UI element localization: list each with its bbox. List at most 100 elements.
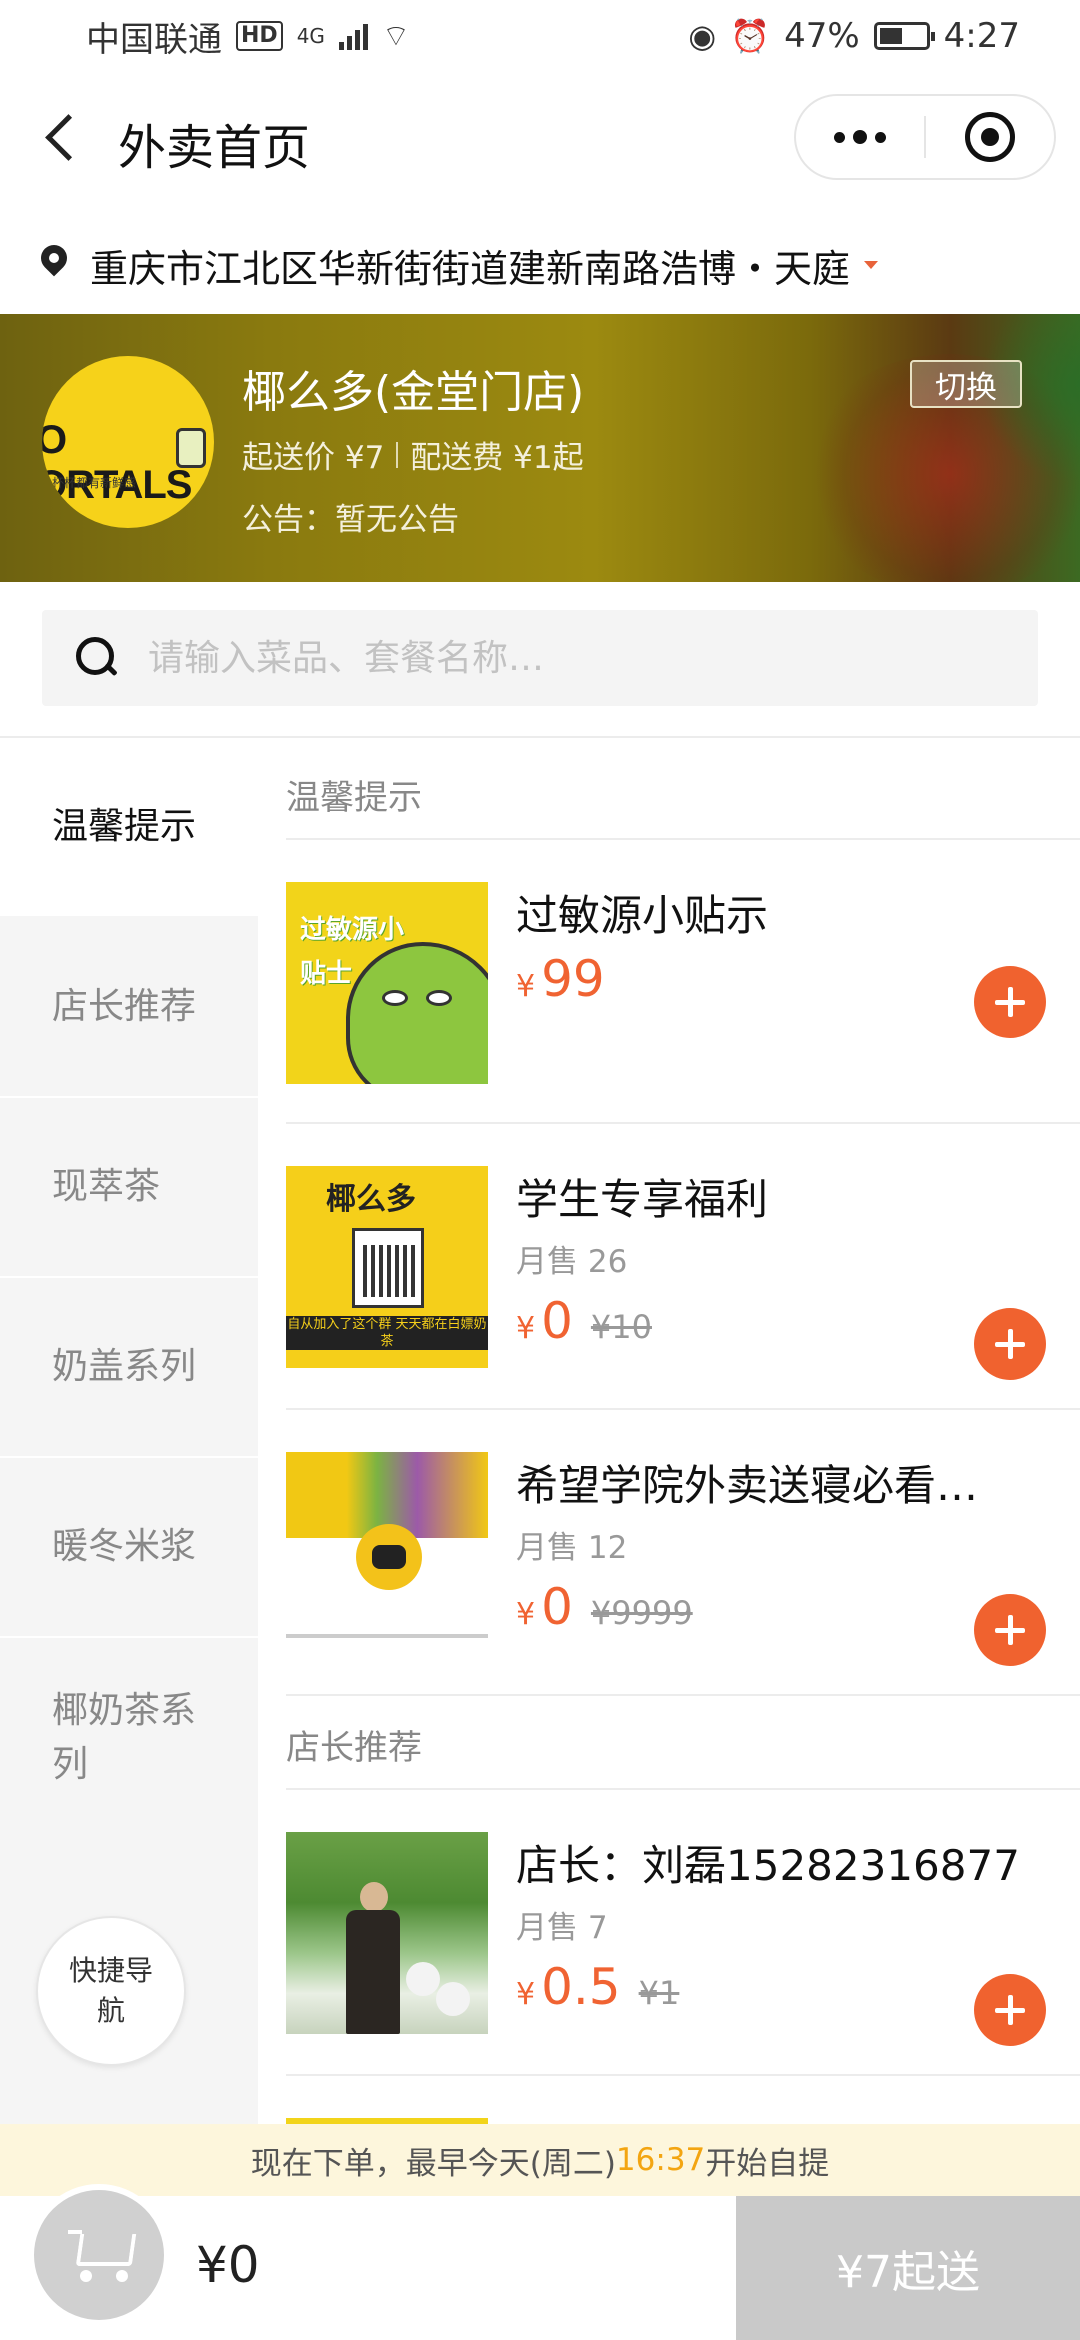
add-to-cart-button[interactable] (974, 966, 1046, 1038)
clock-time: 4:27 (943, 16, 1020, 56)
price-value: 0 (541, 1578, 573, 1636)
page: 中国联通 HD 4G ⌔ ◉ ⏰ 47% 4:27 外卖首页 重庆市江北区华新街… (0, 0, 1080, 2340)
wifi-icon: ⌔ (381, 19, 411, 54)
category-sidebar: 温馨提示 店长推荐 现萃茶 奶盖系列 暖冬米浆 椰奶茶系列 (0, 738, 258, 2124)
menu-content: 温馨提示 过敏源小贴士 过敏源小贴示 ¥ 99 椰么多 自从加入了这个群 天天都… (258, 738, 1080, 2124)
checkout-button[interactable]: ¥7起送 (736, 2196, 1080, 2340)
original-price: ¥1 (638, 1974, 680, 2012)
thumbnail-underline (286, 1634, 488, 1638)
monthly-sales: 月售 7 (516, 1910, 608, 1946)
status-left: 中国联通 HD 4G ⌔ (86, 12, 410, 61)
item-name: 学生专享福利 (516, 1175, 769, 1224)
quick-nav-label: 快捷导航 (68, 1954, 153, 2027)
store-logo: O ORTALS 杯杯都有新鲜感 (42, 356, 214, 528)
flower-decoration (436, 1982, 470, 2016)
notice-prefix: 现在下单，最早今天(周二) (250, 2145, 616, 2182)
quick-nav-button[interactable]: 快捷导航 (36, 1916, 186, 2066)
menu-item[interactable]: 店长：刘磊15282316877 月售 7 ¥ 0.5 ¥1 (286, 1832, 1080, 2062)
search-bar[interactable] (42, 610, 1038, 706)
pickup-time: 16:37 (615, 2142, 706, 2178)
section-title: 温馨提示 (286, 778, 422, 818)
notice-suffix: 开始自提 (705, 2145, 830, 2182)
item-thumbnail: 椰么多 自从加入了这个群 天天都在白嫖奶茶 (286, 1166, 488, 1368)
item-divider (286, 1122, 1080, 1124)
item-price: ¥ 99 (516, 950, 605, 1008)
currency-symbol: ¥ (516, 969, 536, 1004)
network-type: 4G (296, 24, 325, 48)
sidebar-item-cheese-foam[interactable]: 奶盖系列 (0, 1278, 258, 1456)
item-divider (286, 1694, 1080, 1696)
min-order-price: 起送价 ¥7 (242, 440, 385, 476)
item-name: 店长：刘磊15282316877 (516, 1841, 1020, 1890)
delivery-fee: 配送费 ¥1起 (410, 440, 584, 476)
monthly-sales: 月售 12 (516, 1530, 628, 1566)
add-to-cart-button[interactable] (974, 1594, 1046, 1666)
monthly-sales: 月售 26 (516, 1244, 628, 1280)
eye-icon: ◉ (688, 17, 717, 55)
store-name: 椰么多(金堂门店) (242, 367, 585, 418)
item-name: 过敏源小贴示 (516, 891, 769, 940)
store-notice: 公告：暂无公告 (242, 502, 459, 538)
store-delivery-info: 起送价 ¥7 配送费 ¥1起 (242, 432, 584, 477)
sidebar-item-manager-picks[interactable]: 店长推荐 (0, 918, 258, 1096)
item-divider (286, 2074, 1080, 2076)
item-name: 希望学院外卖送寝必看… (516, 1461, 979, 1510)
menu-item[interactable]: 过敏源小贴士 过敏源小贴示 ¥ 99 (286, 882, 1080, 1112)
menu-item[interactable]: 椰么多 自从加入了这个群 天天都在白嫖奶茶 学生专享福利 月售 26 ¥ 0 ¥… (286, 1166, 1080, 1396)
item-price: ¥ 0.5 ¥1 (516, 1958, 679, 2016)
thumbnail-band-text: 自从加入了这个群 天天都在白嫖奶茶 (286, 1316, 488, 1350)
section-divider (286, 1788, 1080, 1790)
currency-symbol: ¥ (516, 1597, 536, 1632)
search-input[interactable] (148, 637, 998, 679)
cart-wheel (116, 2270, 128, 2282)
delivery-address[interactable]: 重庆市江北区华新街街道建新南路浩博・天庭 (0, 222, 1080, 308)
cart-wheel (80, 2270, 92, 2282)
sidebar-item-winter-rice-milk[interactable]: 暖冬米浆 (0, 1458, 258, 1636)
back-arrow-icon[interactable] (36, 107, 96, 167)
info-divider (396, 441, 399, 468)
pickup-time-notice: 现在下单，最早今天(周二) 16:37 开始自提 (0, 2124, 1080, 2196)
caret-down-icon (864, 261, 879, 269)
cart-button[interactable] (28, 2184, 170, 2326)
mascot-eye (426, 990, 452, 1006)
logo-subtext: 杯杯都有新鲜感 (52, 476, 137, 490)
add-to-cart-button[interactable] (974, 1308, 1046, 1380)
original-price: ¥9999 (590, 1594, 693, 1632)
menu-item[interactable]: 希望学院外卖送寝必看… 月售 12 ¥ 0 ¥9999 (286, 1452, 1080, 1682)
item-thumbnail (286, 1452, 488, 1654)
logo-text: O ORTALS (42, 418, 192, 507)
cup-icon (176, 428, 206, 468)
item-thumbnail: 过敏源小贴士 (286, 882, 488, 1084)
switch-store-button[interactable]: 切换 (910, 360, 1022, 408)
mascot-icon (356, 1524, 422, 1590)
sidebar-item-fresh-tea[interactable]: 现萃茶 (0, 1098, 258, 1276)
more-dots-icon[interactable] (796, 96, 924, 178)
miniapp-capsule (794, 94, 1056, 180)
sidebar-item-coconut-milk-tea[interactable]: 椰奶茶系列 (0, 1638, 200, 1838)
item-divider (286, 1408, 1080, 1410)
item-price: ¥ 0 ¥10 (516, 1292, 652, 1350)
battery-percent: 47% (784, 16, 860, 56)
hd-badge: HD (236, 21, 283, 51)
price-value: 0 (541, 1292, 573, 1350)
add-to-cart-button[interactable] (974, 1974, 1046, 2046)
cart-bar: ¥0 ¥7起送 (0, 2184, 1080, 2340)
qr-code-image (352, 1228, 424, 1308)
original-price: ¥10 (590, 1308, 652, 1346)
target-circle-icon[interactable] (926, 96, 1054, 178)
cart-total: ¥0 (196, 2236, 260, 2294)
sidebar-item-tips[interactable]: 温馨提示 (0, 738, 258, 916)
thumbnail-text: 椰么多 (326, 1182, 416, 1217)
status-bar: 中国联通 HD 4G ⌔ ◉ ⏰ 47% 4:27 (0, 0, 1080, 72)
item-thumbnail (286, 1832, 488, 2034)
price-value: 99 (541, 950, 605, 1008)
currency-symbol: ¥ (516, 1311, 536, 1346)
thumbnail-text: 过敏源小贴士 (300, 915, 405, 989)
status-right: ◉ ⏰ 47% 4:27 (688, 16, 1020, 56)
flower-decoration (406, 1962, 440, 1996)
section-title: 店长推荐 (286, 1728, 422, 1768)
currency-symbol: ¥ (516, 1977, 536, 2012)
signal-icon (338, 22, 368, 50)
section-divider (286, 838, 1080, 840)
person-photo (346, 1882, 400, 2034)
